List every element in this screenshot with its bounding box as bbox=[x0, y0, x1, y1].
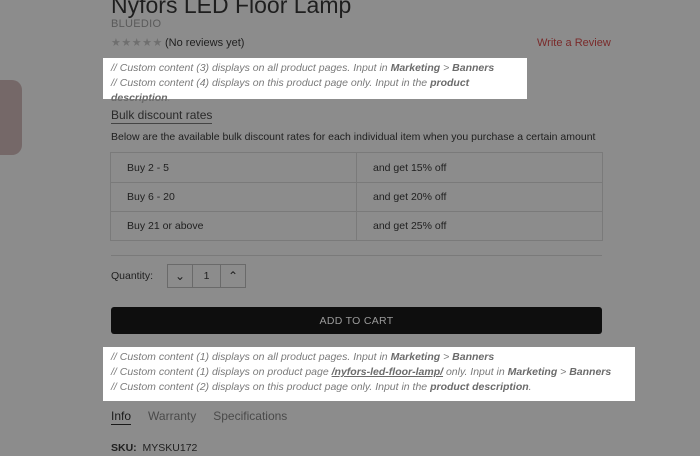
notice-line: // Custom content (1) displays on all pr… bbox=[111, 350, 627, 365]
table-row: Buy 2 - 5 and get 15% off bbox=[111, 153, 602, 182]
product-brand[interactable]: BLUEDIO bbox=[111, 18, 161, 30]
notice-text: . bbox=[167, 92, 171, 104]
divider bbox=[111, 255, 602, 256]
notice-line: // Custom content (1) displays on produc… bbox=[111, 365, 627, 380]
sku-label: SKU: bbox=[111, 442, 137, 454]
notice-text: . bbox=[528, 381, 532, 393]
notice-strong: product description bbox=[430, 381, 529, 393]
bulk-discount-description: Below are the available bulk discount ra… bbox=[111, 131, 596, 143]
notice-separator: > bbox=[440, 351, 453, 363]
notice-text: only. Input in bbox=[443, 366, 508, 378]
product-tabs: Info Warranty Specifications bbox=[111, 409, 304, 425]
notice-line: // Custom content (3) displays on all pr… bbox=[111, 61, 519, 76]
custom-content-notice-top: // Custom content (3) displays on all pr… bbox=[103, 58, 527, 104]
notice-strong: Marketing bbox=[390, 351, 441, 363]
table-cell-discount: and get 15% off bbox=[356, 153, 602, 182]
table-cell-qty: Buy 6 - 20 bbox=[127, 191, 175, 203]
table-cell-qty: Buy 21 or above bbox=[127, 220, 204, 232]
custom-content-notice-bottom: // Custom content (1) displays on all pr… bbox=[103, 347, 635, 401]
rating-stars: ★★★★★ bbox=[111, 37, 163, 49]
bulk-discount-table: Buy 2 - 5 and get 15% off Buy 6 - 20 and… bbox=[110, 152, 603, 241]
notice-line: // Custom content (2) displays on this p… bbox=[111, 380, 627, 395]
table-row: Buy 21 or above and get 25% off bbox=[111, 211, 602, 240]
notice-text: // Custom content (2) displays on this p… bbox=[111, 381, 431, 393]
notice-text: // Custom content (3) displays on all pr… bbox=[111, 62, 391, 74]
reviews-count: (No reviews yet) bbox=[165, 37, 245, 49]
bulk-discount-title: Bulk discount rates bbox=[111, 108, 213, 124]
notice-text: // Custom content (1) displays on all pr… bbox=[111, 351, 391, 363]
table-cell-discount: and get 20% off bbox=[356, 183, 602, 211]
decrement-button[interactable]: ⌄ bbox=[168, 265, 192, 287]
quantity-stepper: ⌄ 1 ⌃ bbox=[167, 264, 246, 288]
notice-line: // Custom content (4) displays on this p… bbox=[111, 76, 519, 106]
notice-text: // Custom content (1) displays on produc… bbox=[111, 366, 332, 378]
notice-strong: Marketing bbox=[507, 366, 558, 378]
chevron-down-icon: ⌄ bbox=[174, 269, 186, 283]
table-cell-qty: Buy 2 - 5 bbox=[127, 161, 170, 174]
quantity-input[interactable]: 1 bbox=[192, 265, 221, 287]
notice-strong: Marketing bbox=[390, 62, 441, 74]
sku-value: MYSKU172 bbox=[142, 442, 198, 454]
quantity-label: Quantity: bbox=[111, 270, 154, 282]
notice-separator: > bbox=[557, 366, 570, 378]
notice-url: /nyfors-led-floor-lamp/ bbox=[331, 366, 444, 378]
table-cell-discount: and get 25% off bbox=[356, 212, 602, 240]
product-title: Nyfors LED Floor Lamp bbox=[111, 0, 352, 18]
tab-info[interactable]: Info bbox=[111, 409, 132, 425]
increment-button[interactable]: ⌃ bbox=[221, 265, 245, 287]
chevron-up-icon: ⌃ bbox=[227, 269, 239, 283]
write-review-link[interactable]: Write a Review bbox=[537, 37, 611, 49]
notice-strong: Banners bbox=[452, 351, 495, 363]
table-row: Buy 6 - 20 and get 20% off bbox=[111, 182, 602, 211]
sku-line: SKU: MYSKU172 bbox=[111, 442, 197, 454]
tab-warranty[interactable]: Warranty bbox=[148, 409, 196, 425]
product-image-fragment bbox=[0, 80, 22, 155]
notice-separator: > bbox=[440, 62, 453, 74]
tab-specifications[interactable]: Specifications bbox=[213, 409, 287, 425]
notice-strong: Banners bbox=[569, 366, 612, 378]
add-to-cart-button[interactable]: ADD TO CART bbox=[111, 307, 602, 334]
notice-text: // Custom content (4) displays on this p… bbox=[111, 77, 431, 89]
notice-strong: Banners bbox=[452, 62, 495, 74]
